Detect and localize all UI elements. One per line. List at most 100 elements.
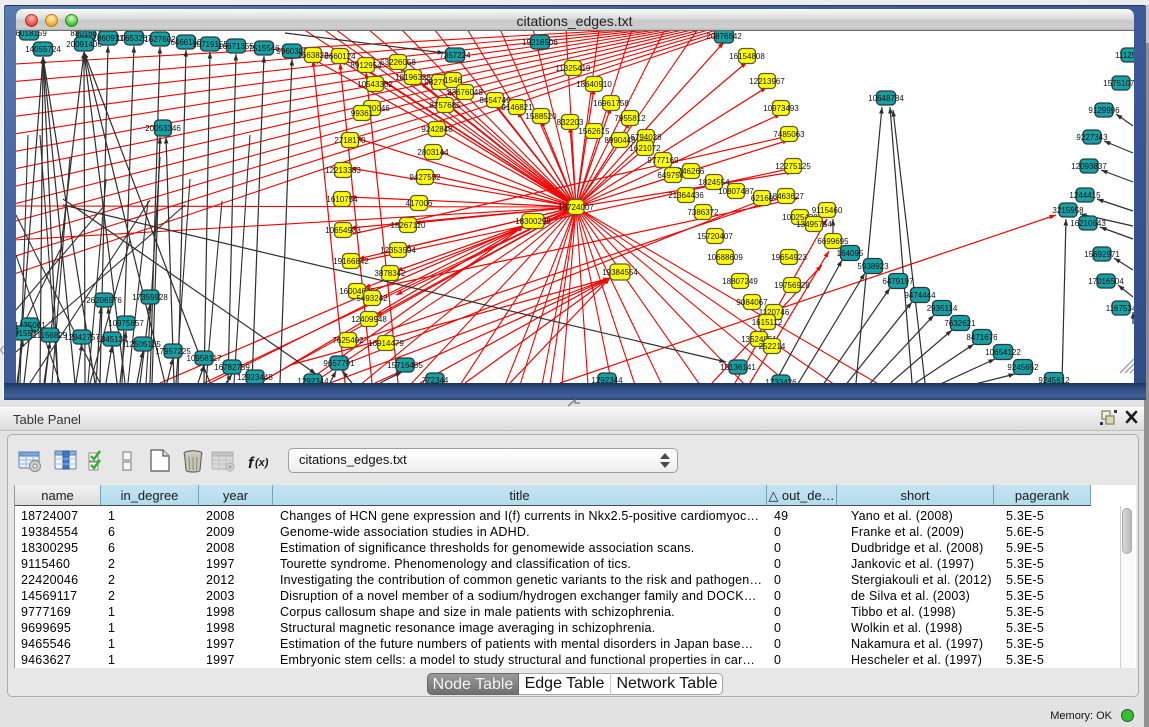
svg-text:99155: 99155	[16, 327, 20, 336]
svg-text:17359928: 17359928	[132, 293, 168, 302]
svg-text:12093837: 12093837	[1071, 162, 1107, 171]
svg-text:6699695: 6699695	[817, 237, 849, 246]
svg-text:3215958: 3215958	[1052, 206, 1084, 215]
svg-text:16961758: 16961758	[593, 99, 629, 108]
svg-text:3878342: 3878342	[374, 269, 406, 278]
svg-text:7632621: 7632621	[944, 319, 976, 328]
svg-text:2935114: 2935114	[927, 304, 958, 313]
svg-text:14055724: 14055724	[25, 45, 61, 54]
svg-text:19756928: 19756928	[774, 281, 810, 290]
svg-text:9777169: 9777169	[647, 156, 679, 165]
svg-text:(x): (x)	[255, 457, 269, 469]
svg-text:15720407: 15720407	[697, 232, 733, 241]
svg-text:12923448: 12923448	[237, 373, 273, 382]
svg-text:20053346: 20053346	[145, 124, 181, 133]
svg-text:16154808: 16154808	[729, 52, 765, 61]
svg-text:10543382: 10543382	[357, 80, 393, 89]
svg-text:7357224: 7357224	[439, 51, 471, 60]
svg-text:9084067: 9084067	[736, 298, 768, 307]
svg-text:2718170: 2718170	[334, 136, 366, 145]
svg-text:f: f	[248, 455, 255, 472]
svg-text:1588520: 1588520	[525, 112, 557, 121]
svg-text:1345134: 1345134	[96, 335, 128, 344]
svg-text:10648784: 10648784	[868, 94, 904, 103]
svg-text:8757685: 8757685	[429, 101, 461, 110]
svg-text:9474444: 9474444	[904, 291, 936, 300]
svg-text:9227343: 9227343	[1076, 133, 1108, 142]
svg-text:19166842: 19166842	[333, 257, 369, 266]
svg-text:1621072: 1621072	[629, 144, 661, 153]
svg-text:10654122: 10654122	[985, 348, 1021, 357]
svg-text:5938923: 5938923	[857, 262, 889, 271]
svg-text:18463627: 18463627	[768, 192, 804, 201]
svg-text:1610754: 1610754	[326, 195, 358, 204]
svg-text:1244415: 1244415	[1069, 191, 1101, 200]
svg-text:18724007: 18724007	[558, 203, 594, 212]
svg-text:18267110: 18267110	[391, 221, 427, 230]
svg-text:417006: 417006	[406, 199, 433, 208]
svg-text:12409948: 12409948	[351, 315, 387, 324]
svg-text:252214: 252214	[759, 342, 786, 351]
svg-text:2803144: 2803144	[417, 148, 449, 157]
svg-text:1292344: 1292344	[591, 376, 623, 383]
svg-text:1546: 1546	[444, 76, 462, 85]
svg-text:99361: 99361	[351, 109, 374, 118]
svg-text:20876642: 20876642	[706, 32, 742, 41]
svg-text:12275125: 12275125	[775, 162, 811, 171]
svg-text:19218506: 19218506	[522, 38, 558, 47]
svg-text:8471676: 8471676	[966, 333, 998, 342]
svg-text:8912954: 8912954	[350, 61, 382, 70]
svg-text:11156829: 11156829	[33, 331, 68, 340]
svg-text:23676048: 23676048	[447, 88, 483, 97]
svg-text:16914479: 16914479	[368, 339, 404, 348]
svg-text:9427552: 9427552	[409, 173, 441, 182]
svg-text:18300295: 18300295	[515, 217, 551, 226]
svg-text:10654983: 10654983	[325, 226, 361, 235]
svg-text:9245652: 9245652	[1007, 363, 1039, 372]
svg-text:15716485: 15716485	[387, 361, 423, 370]
svg-text:16210643: 16210643	[1070, 219, 1106, 228]
svg-text:5493242: 5493242	[356, 294, 388, 303]
svg-text:17016504: 17016504	[1088, 277, 1124, 286]
svg-text:9129996: 9129996	[1088, 106, 1120, 115]
svg-text:9245612: 9245612	[1038, 376, 1070, 383]
svg-text:6479197: 6479197	[882, 277, 914, 286]
svg-text:7625402: 7625402	[332, 336, 364, 345]
svg-text:12353594: 12353594	[380, 246, 416, 255]
svg-text:21364436: 21364436	[668, 191, 704, 200]
svg-text:746266: 746266	[678, 167, 705, 176]
svg-text:1615112: 1615112	[752, 318, 783, 327]
svg-text:12213383: 12213383	[325, 166, 361, 175]
svg-text:8660124: 8660124	[324, 52, 356, 61]
svg-text:164095: 164095	[837, 249, 864, 258]
svg-text:10807487: 10807487	[718, 187, 754, 196]
svg-text:772344: 772344	[422, 376, 449, 383]
svg-text:53226058: 53226058	[380, 58, 416, 67]
svg-text:16782759: 16782759	[214, 363, 250, 372]
svg-text:1167534: 1167534	[1106, 304, 1134, 313]
svg-text:9242848: 9242848	[421, 125, 453, 134]
svg-text:13495754: 13495754	[796, 220, 832, 229]
svg-text:1562615: 1562615	[578, 127, 610, 136]
svg-text:7955812: 7955812	[614, 114, 646, 123]
svg-text:9146821: 9146821	[501, 103, 533, 112]
svg-text:7386372: 7386372	[687, 208, 719, 217]
svg-text:15692971: 15692971	[1084, 250, 1120, 259]
svg-text:12942757: 12942757	[64, 333, 100, 342]
svg-text:10958117: 10958117	[187, 354, 223, 363]
svg-text:19654923: 19654923	[771, 253, 807, 262]
svg-text:15136141: 15136141	[720, 363, 756, 372]
svg-text:1112506: 1112506	[1115, 51, 1134, 60]
svg-text:26206576: 26206576	[86, 296, 122, 305]
svg-text:1824554: 1824554	[698, 178, 730, 187]
svg-text:18807249: 18807249	[722, 277, 758, 286]
svg-text:15751074: 15751074	[1103, 79, 1134, 88]
svg-text:19384554: 19384554	[602, 268, 638, 277]
svg-text:7515546: 7515546	[248, 44, 280, 53]
svg-text:832203: 832203	[557, 118, 584, 127]
svg-text:9657791: 9657791	[323, 359, 355, 368]
svg-text:11325419: 11325419	[556, 64, 592, 73]
svg-text:26018159: 26018159	[16, 31, 47, 38]
svg-text:10975857: 10975857	[108, 319, 144, 328]
svg-text:7485063: 7485063	[773, 130, 805, 139]
